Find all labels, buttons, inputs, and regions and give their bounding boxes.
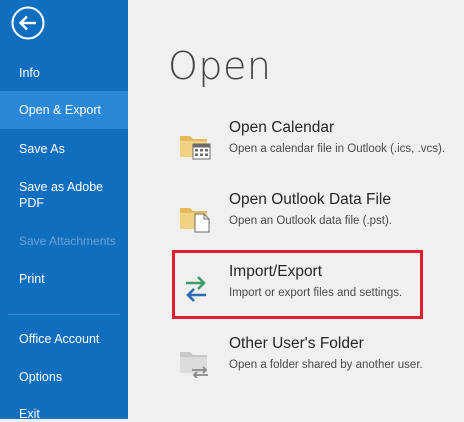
other-users-folder-option[interactable]: Other User's Folder Open a folder shared… [166,332,456,392]
page-title: Open [168,44,272,88]
nav-item-exit[interactable]: Exit [0,406,128,422]
nav-item-save-as[interactable]: Save As [0,141,128,157]
folder-calendar-icon [178,128,214,162]
option-title: Open Calendar [229,119,335,136]
nav-item-save-as-adobe-pdf[interactable]: Save as Adobe PDF [0,179,110,211]
sidebar-divider [8,314,120,315]
option-title: Other User's Folder [229,335,364,352]
nav-item-print[interactable]: Print [0,271,128,287]
option-description: Open an Outlook data file (.pst). [229,215,393,227]
back-arrow-icon [11,6,45,40]
nav-item-save-attachments: Save Attachments [19,234,116,248]
option-description: Open a folder shared by another user. [229,359,423,371]
nav-item-open-export[interactable]: Open & Export [0,91,128,129]
option-title: Open Outlook Data File [229,191,391,208]
open-panel: Open Open Calendar Open a calendar file … [128,0,464,419]
backstage-sidebar: Info Open & Export Save As Save as Adobe… [0,0,128,422]
open-outlook-data-file-option[interactable]: Open Outlook Data File Open an Outlook d… [166,188,456,248]
option-description: Open a calendar file in Outlook (.ics, .… [229,143,446,155]
nav-item-office-account[interactable]: Office Account [0,331,128,347]
shared-folder-icon [178,344,214,379]
folder-document-icon [178,200,214,234]
nav-item-options[interactable]: Options [0,369,128,385]
back-button[interactable] [10,5,46,41]
open-calendar-option[interactable]: Open Calendar Open a calendar file in Ou… [166,116,456,176]
import-export-highlight-box [172,250,423,319]
nav-item-info[interactable]: Info [0,65,128,81]
